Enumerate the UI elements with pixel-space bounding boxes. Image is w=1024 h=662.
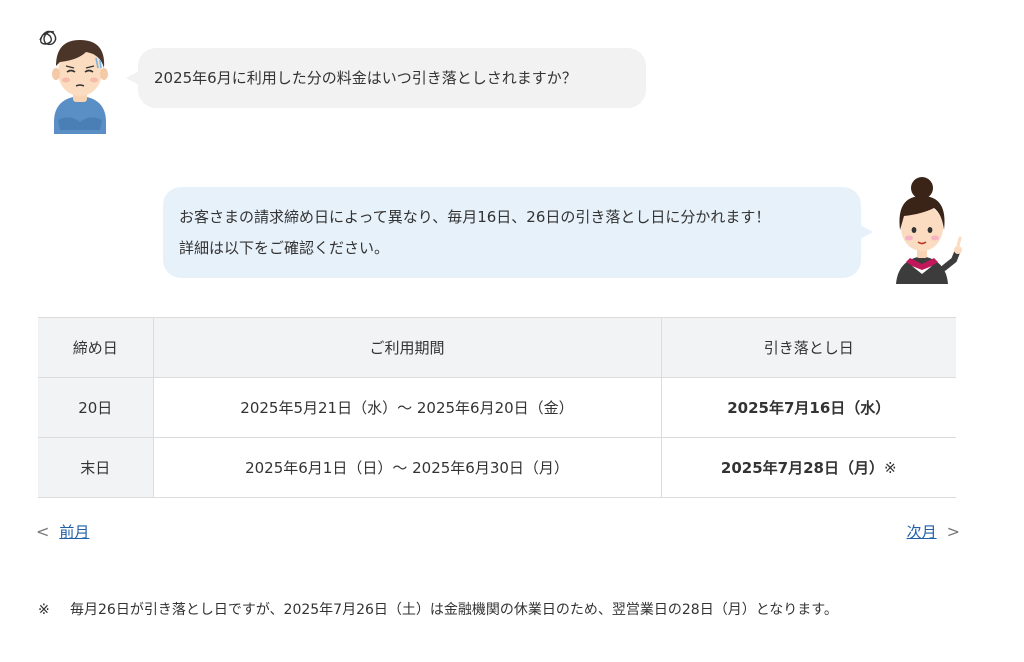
footnote: ※ 毎月26日が引き落とし日ですが、2025年7月26日（土）は金融機関の休業日… [38, 597, 958, 623]
debit-note-mark: ※ [883, 459, 897, 477]
operator-avatar [896, 177, 962, 284]
header-closing-day: 締め日 [38, 317, 154, 378]
debit-date-cell: 2025年7月28日（月）※ [660, 437, 956, 498]
debit-date-value: 2025年7月28日（月） [720, 459, 884, 477]
debit-date-cell: 2025年7月16日（水） [660, 377, 956, 438]
usage-period-cell: 2025年5月21日（水）～ 2025年6月20日（金） [152, 377, 662, 438]
billing-schedule-table: 締め日 ご利用期間 引き落とし日 20日 2025年5月21日（水）～ 2025… [38, 317, 956, 498]
question-bubble: 2025年6月に利用した分の料金はいつ引き落としされますか？ [126, 48, 646, 108]
table-header-row: 締め日 ご利用期間 引き落とし日 [38, 317, 956, 378]
closing-day-cell: 末日 [38, 437, 154, 498]
footnote-text: 毎月26日が引き落とし日ですが、2025年7月26日（土）は金融機関の休業日のた… [70, 602, 838, 618]
answer-bubble: お客さまの請求締め日によって異なり、毎月16日、26日の引き落とし日に分かれます… [163, 187, 873, 278]
footnote-mark: ※ [38, 602, 50, 618]
next-month-nav[interactable]: 次月 > [907, 521, 960, 542]
closing-day-cell: 20日 [38, 377, 154, 438]
table-row: 末日 2025年6月1日（日）～ 2025年6月30日（月） 2025年7月28… [38, 437, 956, 498]
confused-scribble-icon [39, 30, 57, 46]
prev-month-link[interactable]: 前月 [59, 523, 89, 541]
prev-month-nav[interactable]: < 前月 [36, 521, 89, 542]
debit-date-value: 2025年7月16日（水） [727, 399, 891, 417]
header-usage-period: ご利用期間 [152, 317, 662, 378]
header-debit-date: 引き落とし日 [660, 317, 956, 378]
chevron-left-icon[interactable]: < [36, 522, 49, 541]
answer-line-2: 詳細は以下をご確認ください。 [179, 239, 390, 257]
customer-avatar [39, 30, 108, 134]
answer-line-1: お客さまの請求締め日によって異なり、毎月16日、26日の引き落とし日に分かれます… [179, 208, 771, 226]
question-text: 2025年6月に利用した分の料金はいつ引き落としされますか？ [154, 69, 577, 87]
next-month-link[interactable]: 次月 [907, 523, 937, 541]
chevron-right-icon[interactable]: > [947, 522, 960, 541]
table-row: 20日 2025年5月21日（水）～ 2025年6月20日（金） 2025年7月… [38, 377, 956, 438]
usage-period-cell: 2025年6月1日（日）～ 2025年6月30日（月） [152, 437, 662, 498]
